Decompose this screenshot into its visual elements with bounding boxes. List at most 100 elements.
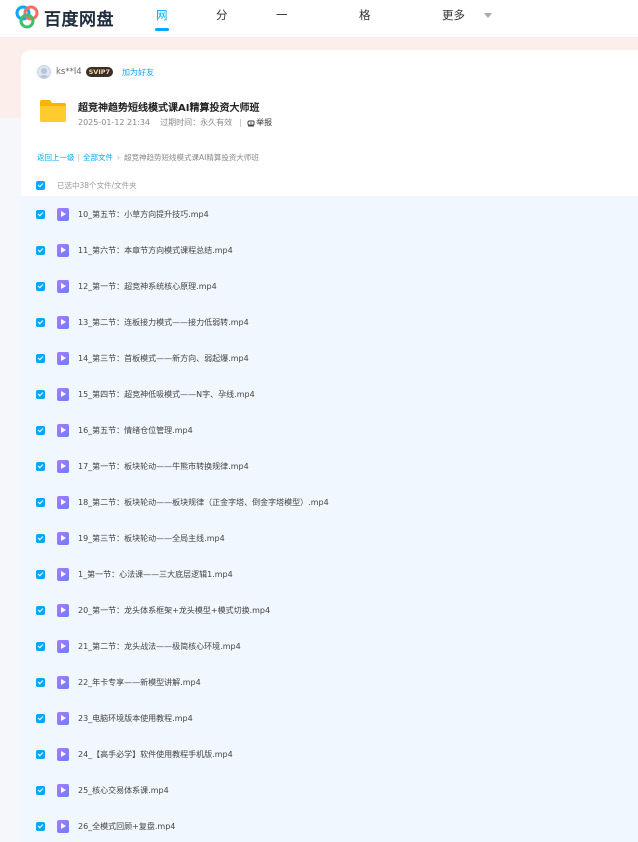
file-name[interactable]: 15_第四节：超竞神低吸模式——N字、孕线.mp4 — [78, 389, 255, 400]
file-checkbox[interactable] — [36, 605, 45, 615]
baidu-netdisk-logo[interactable]: 百度网盘 — [14, 4, 114, 30]
file-checkbox[interactable] — [36, 497, 45, 507]
file-name[interactable]: 10_第五节：小草方向提升技巧.mp4 — [78, 209, 209, 220]
file-row[interactable]: 20_第一节：龙头体系框架+龙头模型+模式切换.mp4 — [21, 592, 638, 628]
file-row[interactable]: 11_第六节：本章节方向模式课程总结.mp4 — [21, 232, 638, 268]
video-file-icon — [57, 387, 69, 401]
video-file-icon — [57, 243, 69, 257]
report-label: 举报 — [256, 118, 273, 127]
file-name[interactable]: 17_第一节：板块轮动——牛熊市转换规律.mp4 — [78, 461, 249, 472]
share-date: 2025-01-12 21:34 — [78, 118, 151, 127]
vip-badge: SVIP7 — [85, 67, 114, 77]
video-file-icon — [57, 351, 69, 365]
select-all-checkbox[interactable] — [36, 181, 45, 190]
file-row[interactable]: 26_全模式回顾+复盘.mp4 — [21, 808, 638, 842]
add-friend-link[interactable]: 加为好友 — [122, 67, 154, 78]
file-row[interactable]: 21_第二节：龙头战法——极简核心环境.mp4 — [21, 628, 638, 664]
file-row[interactable]: 24_【高手必学】软件使用教程手机版.mp4 — [21, 736, 638, 772]
file-name[interactable]: 24_【高手必学】软件使用教程手机版.mp4 — [78, 749, 233, 760]
file-checkbox[interactable] — [36, 821, 45, 831]
video-file-icon — [57, 315, 69, 329]
expiry-text: 过期时间：永久有效 — [160, 118, 233, 127]
top-bar: 百度网盘 网盘 分享 一刻相册 格式转换 更多 — [0, 0, 638, 112]
breadcrumb: 返回上一级 | 全部文件 › 超竞神趋势短线模式课AI精算投资大师班 — [37, 152, 259, 163]
logo-text: 百度网盘 — [44, 9, 114, 30]
file-checkbox[interactable] — [36, 353, 45, 363]
file-row[interactable]: 25_核心交易体系课.mp4 — [21, 772, 638, 808]
file-row[interactable]: 16_第五节：情绪仓位管理.mp4 — [21, 412, 638, 448]
nav-share[interactable]: 分享 — [216, 0, 228, 52]
file-name[interactable]: 23_电脑环境版本使用教程.mp4 — [78, 713, 193, 724]
file-name[interactable]: 1_第一节：心法课——三大底层逻辑1.mp4 — [78, 569, 233, 580]
divider — [240, 118, 242, 127]
file-name[interactable]: 19_第三节：板块轮动——全局主线.mp4 — [78, 533, 225, 544]
nav-more-label: 更多 — [442, 8, 465, 22]
share-meta: 2025-01-12 21:34 过期时间：永久有效 举报 — [78, 117, 272, 128]
file-row[interactable]: 10_第五节：小草方向提升技巧.mp4 — [21, 196, 638, 232]
video-file-icon — [57, 279, 69, 293]
file-checkbox[interactable] — [36, 281, 45, 291]
file-row[interactable]: 13_第二节：连板接力模式——接力低弱转.mp4 — [21, 304, 638, 340]
file-name[interactable]: 16_第五节：情绪仓位管理.mp4 — [78, 425, 193, 436]
video-file-icon — [57, 495, 69, 509]
file-name[interactable]: 13_第二节：连板接力模式——接力低弱转.mp4 — [78, 317, 249, 328]
video-file-icon — [57, 639, 69, 653]
file-row[interactable]: 22_年卡专享——新模型讲解.mp4 — [21, 664, 638, 700]
nav-album[interactable]: 一刻相册 — [276, 0, 288, 112]
file-checkbox[interactable] — [36, 425, 45, 435]
file-row[interactable]: 12_第一节：超竞神系统核心原理.mp4 — [21, 268, 638, 304]
nav-more[interactable]: 更多 — [442, 0, 492, 38]
file-name[interactable]: 25_核心交易体系课.mp4 — [78, 785, 169, 796]
video-file-icon — [57, 531, 69, 545]
file-checkbox[interactable] — [36, 209, 45, 219]
video-file-icon — [57, 675, 69, 689]
report-icon — [247, 120, 255, 126]
file-checkbox[interactable] — [36, 713, 45, 723]
file-checkbox[interactable] — [36, 749, 45, 759]
file-name[interactable]: 22_年卡专享——新模型讲解.mp4 — [78, 677, 201, 688]
file-name[interactable]: 12_第一节：超竞神系统核心原理.mp4 — [78, 281, 217, 292]
share-title: 超竞神趋势短线模式课AI精算投资大师班 — [78, 103, 260, 114]
file-checkbox[interactable] — [36, 533, 45, 543]
username: ks**l4 — [56, 67, 82, 77]
file-checkbox[interactable] — [36, 317, 45, 327]
file-row[interactable]: 15_第四节：超竞神低吸模式——N字、孕线.mp4 — [21, 376, 638, 412]
file-checkbox[interactable] — [36, 677, 45, 687]
file-row[interactable]: 18_第二节：板块轮动——板块规律（正金字塔、倒金字塔模型）.mp4 — [21, 484, 638, 520]
file-checkbox[interactable] — [36, 389, 45, 399]
all-files-link[interactable]: 全部文件 — [83, 152, 113, 163]
back-link[interactable]: 返回上一级 — [37, 152, 75, 163]
video-file-icon — [57, 567, 69, 581]
file-name[interactable]: 21_第二节：龙头战法——极简核心环境.mp4 — [78, 641, 241, 652]
file-checkbox[interactable] — [36, 569, 45, 579]
file-row[interactable]: 23_电脑环境版本使用教程.mp4 — [21, 700, 638, 736]
file-name[interactable]: 11_第六节：本章节方向模式课程总结.mp4 — [78, 245, 233, 256]
share-card: ks**l4 SVIP7 加为好友 超竞神趋势短线模式课AI精算投资大师班 20… — [21, 50, 638, 842]
file-name[interactable]: 20_第一节：龙头体系框架+龙头模型+模式切换.mp4 — [78, 605, 270, 616]
file-name[interactable]: 18_第二节：板块轮动——板块规律（正金字塔、倒金字塔模型）.mp4 — [78, 497, 329, 508]
nav-netdisk[interactable]: 网盘 — [154, 0, 169, 52]
video-file-icon — [57, 423, 69, 437]
folder-icon — [40, 100, 66, 122]
file-row[interactable]: 1_第一节：心法课——三大底层逻辑1.mp4 — [21, 556, 638, 592]
file-checkbox[interactable] — [36, 461, 45, 471]
report-button[interactable]: 举报 — [247, 117, 272, 128]
file-checkbox[interactable] — [36, 641, 45, 651]
breadcrumb-separator: | — [77, 153, 81, 162]
file-checkbox[interactable] — [36, 785, 45, 795]
file-name[interactable]: 26_全模式回顾+复盘.mp4 — [78, 821, 175, 832]
video-file-icon — [57, 459, 69, 473]
file-checkbox[interactable] — [36, 245, 45, 255]
video-file-icon — [57, 819, 69, 833]
select-all-row: 已选中38个文件/文件夹 — [36, 180, 137, 191]
file-row[interactable]: 19_第三节：板块轮动——全局主线.mp4 — [21, 520, 638, 556]
chevron-right-icon: › — [117, 153, 121, 162]
selection-count: 已选中38个文件/文件夹 — [57, 181, 137, 190]
video-file-icon — [57, 783, 69, 797]
file-row[interactable]: 17_第一节：板块轮动——牛熊市转换规律.mp4 — [21, 448, 638, 484]
nav-format-convert[interactable]: 格式转换 — [359, 0, 371, 112]
active-tab-indicator — [154, 28, 169, 31]
file-name[interactable]: 14_第三节：首板模式——新方向、弱起爆.mp4 — [78, 353, 249, 364]
avatar[interactable] — [37, 65, 51, 79]
file-row[interactable]: 14_第三节：首板模式——新方向、弱起爆.mp4 — [21, 340, 638, 376]
